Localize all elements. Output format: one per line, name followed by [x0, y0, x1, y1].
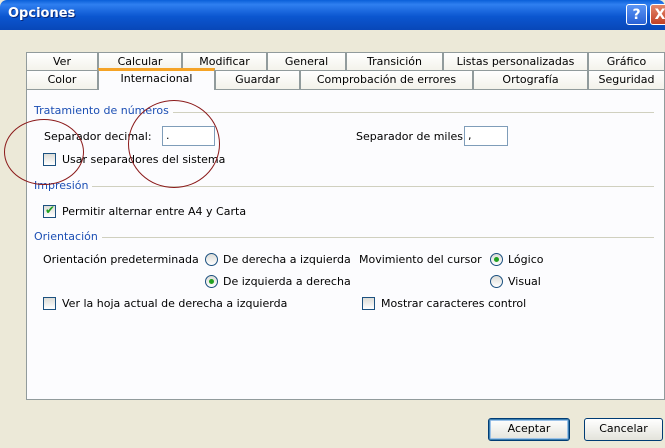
- radio-selected-dot: [209, 279, 214, 284]
- rtl-radio[interactable]: [205, 253, 218, 266]
- rtl-radio-label: De derecha a izquierda: [223, 253, 351, 266]
- close-icon[interactable]: X: [650, 4, 665, 25]
- tab-ortografia[interactable]: Ortografía: [473, 70, 588, 89]
- tab-transicion[interactable]: Transición: [346, 52, 443, 71]
- tab-ver[interactable]: Ver: [26, 52, 98, 71]
- sheet-rtl-label: Ver la hoja actual de derecha a izquierd…: [62, 297, 288, 310]
- logical-radio[interactable]: [490, 253, 503, 266]
- ok-button[interactable]: Aceptar: [488, 418, 570, 441]
- printing-group-title: Impresión: [34, 179, 93, 192]
- options-dialog: Opciones ? X Ver Calcular Modificar Gene…: [0, 0, 665, 448]
- tab-row-2: Color Internacional Guardar Comprobación…: [26, 68, 665, 90]
- group-divider: [34, 237, 654, 238]
- thousands-separator-input[interactable]: ,: [464, 126, 508, 146]
- use-system-separators-label: Usar separadores del sistema: [62, 153, 226, 166]
- group-divider: [34, 186, 654, 187]
- ltr-radio-label: De izquierda a derecha: [223, 275, 351, 288]
- decimal-separator-input[interactable]: .: [162, 126, 215, 146]
- tab-internacional[interactable]: Internacional: [98, 68, 215, 90]
- window-title: Opciones: [8, 6, 76, 21]
- use-system-separators-checkbox[interactable]: [43, 153, 56, 166]
- tab-listas-personalizadas[interactable]: Listas personalizadas: [443, 52, 588, 71]
- help-icon[interactable]: ?: [626, 4, 647, 25]
- cursor-movement-label: Movimiento del cursor: [359, 253, 482, 266]
- decimal-separator-label: Separador decimal:: [44, 130, 152, 143]
- tab-color[interactable]: Color: [26, 70, 98, 89]
- title-bar[interactable]: Opciones ? X: [0, 0, 665, 30]
- tab-general[interactable]: General: [267, 52, 346, 71]
- sheet-rtl-checkbox[interactable]: [43, 297, 56, 310]
- tab-guardar[interactable]: Guardar: [215, 70, 300, 89]
- logical-radio-label: Lógico: [508, 253, 544, 266]
- show-control-chars-label: Mostrar caracteres control: [381, 297, 527, 310]
- checkmark-icon: ✔: [45, 203, 56, 217]
- numbers-group-title: Tratamiento de números: [34, 104, 173, 117]
- allow-a4-letter-label: Permitir alternar entre A4 y Carta: [62, 205, 247, 218]
- cancel-button[interactable]: Cancelar: [584, 418, 663, 441]
- orientation-group-title: Orientación: [34, 230, 102, 243]
- visual-radio-label: Visual: [508, 275, 541, 288]
- ltr-radio[interactable]: [205, 275, 218, 288]
- visual-radio[interactable]: [490, 275, 503, 288]
- radio-selected-dot: [494, 257, 499, 262]
- tab-grafico[interactable]: Gráfico: [588, 52, 665, 71]
- tab-seguridad[interactable]: Seguridad: [588, 70, 665, 89]
- allow-a4-letter-checkbox[interactable]: ✔: [43, 203, 56, 218]
- thousands-separator-label: Separador de miles:: [356, 130, 467, 143]
- tab-comprobacion-errores[interactable]: Comprobación de errores: [300, 70, 473, 89]
- default-orientation-label: Orientación predeterminada: [43, 253, 199, 266]
- show-control-chars-checkbox[interactable]: [362, 297, 375, 310]
